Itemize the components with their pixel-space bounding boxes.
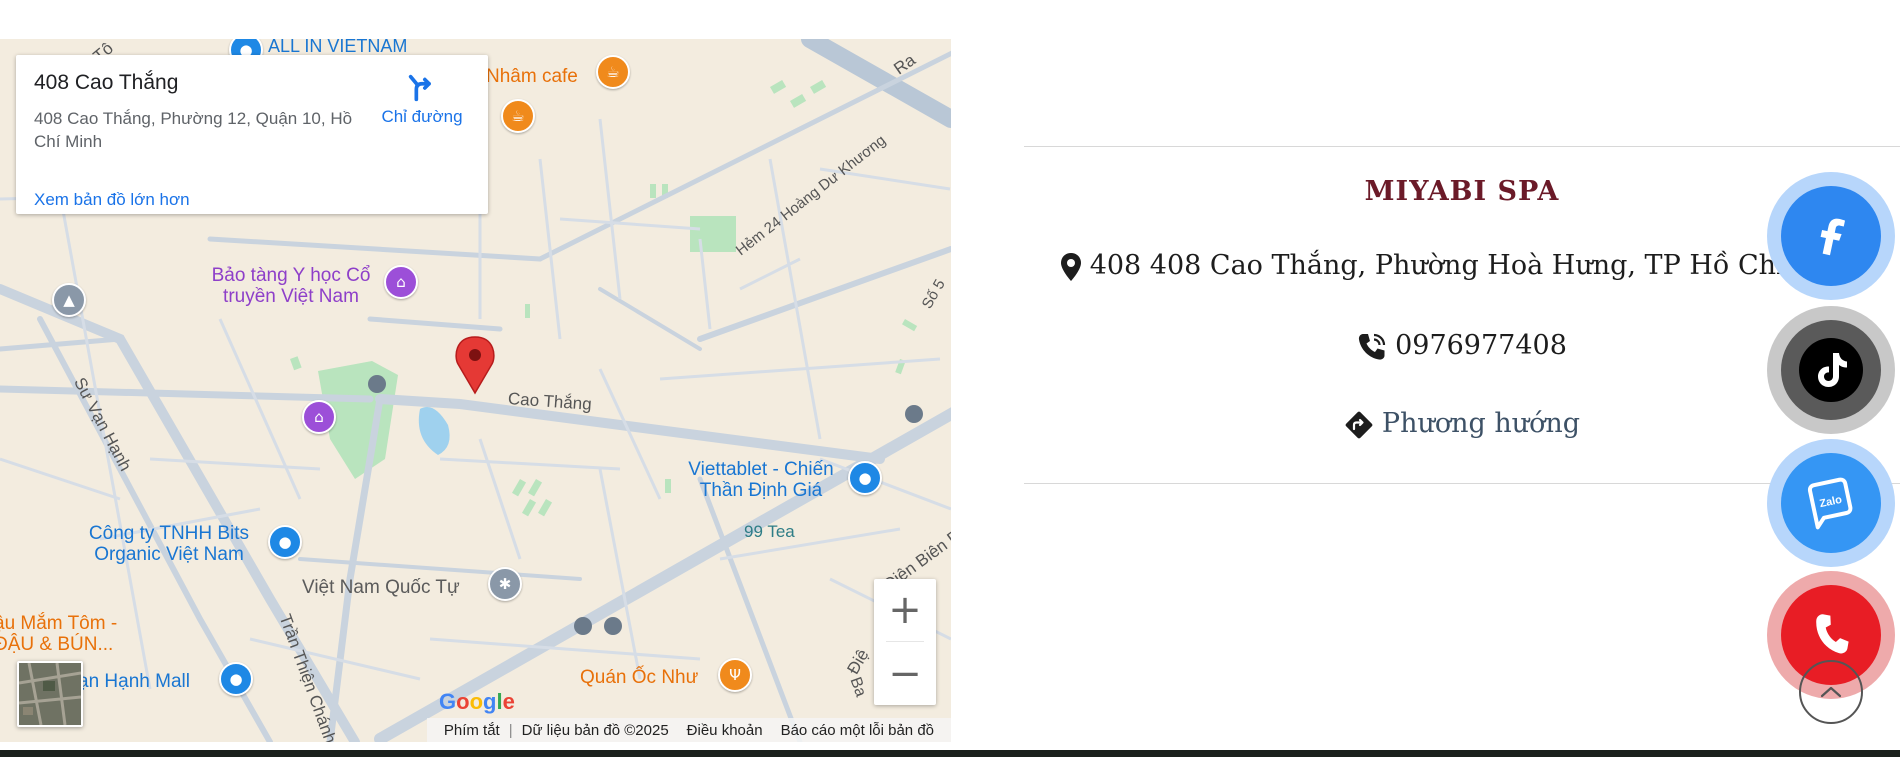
- facebook-float-button[interactable]: [1767, 172, 1895, 300]
- school-pin[interactable]: ▲: [52, 283, 86, 317]
- zalo-button-core: Zalo: [1781, 453, 1881, 553]
- directions-text: Phương hướng: [1381, 408, 1581, 439]
- attribution-separator: |: [508, 721, 513, 739]
- place-address: 408 Cao Thắng, Phường 12, Quận 10, Hồ Ch…: [34, 109, 353, 151]
- map-marker-icon: [1060, 252, 1081, 281]
- zoom-in-button[interactable]: +: [874, 579, 936, 641]
- restaurant-pin[interactable]: Ψ: [718, 658, 752, 692]
- divider-bottom: [1024, 483, 1900, 484]
- divider-top: [1024, 146, 1900, 147]
- address-text: 408 408 Cao Thắng, Phường Hoà Hưng, TP H…: [1089, 250, 1865, 281]
- vnqt-label: Việt Nam Quốc Tự: [302, 577, 460, 598]
- facebook-icon: [1820, 218, 1846, 256]
- cart-pin[interactable]: ●: [268, 525, 302, 559]
- facebook-button-core: [1781, 186, 1881, 286]
- bits-label: Công ty TNHH Bits Organic Việt Nam: [88, 523, 250, 565]
- tiktok-float-button[interactable]: [1767, 306, 1895, 434]
- place-info-card: 408 Cao Thắng 408 Cao Thắng, Phường 12, …: [16, 55, 488, 214]
- mall-label: ạn Hạnh Mall: [78, 671, 190, 692]
- map-attribution-bar: Phím tắt | Dữ liệu bản đồ ©2025 Điều kho…: [426, 718, 951, 742]
- shrine-pin[interactable]: ⌂: [302, 400, 336, 434]
- keyboard-shortcuts-link[interactable]: Phím tắt: [444, 722, 500, 739]
- directions-icon: [408, 74, 431, 102]
- phone-text: 0976977408: [1395, 330, 1567, 361]
- chevron-up-icon: [1820, 686, 1842, 698]
- zoom-divider: [886, 641, 924, 642]
- viettablet-label: Viettablet - Chiến Thần Định Giá: [688, 459, 834, 501]
- museum-pin[interactable]: ⌂: [384, 265, 418, 299]
- museum-label: Bảo tàng Y học Cổ truyền Việt Nam: [211, 265, 371, 307]
- zalo-icon: Zalo: [1807, 477, 1853, 530]
- phone-volume-icon: [1359, 333, 1386, 360]
- google-logo: Google: [439, 689, 515, 714]
- cafe-pin[interactable]: ☕: [596, 55, 630, 89]
- quanoc-label: Quán Ốc Như: [580, 667, 699, 688]
- mall-pin[interactable]: ●: [219, 662, 253, 696]
- report-error-link[interactable]: Báo cáo một lỗi bản đồ: [781, 722, 934, 739]
- directions-label: Chỉ đường: [381, 107, 463, 126]
- place-title: 408 Cao Thắng: [34, 71, 179, 94]
- zoom-controls: + −: [874, 579, 936, 705]
- zoom-out-button[interactable]: −: [874, 643, 936, 705]
- directions-diamond-icon: [1345, 411, 1373, 438]
- phone-icon: [1816, 614, 1849, 654]
- contact-directions[interactable]: Phương hướng: [1024, 408, 1900, 440]
- spa-name: MIYABI SPA: [1364, 176, 1560, 207]
- footer-strip: [0, 750, 1900, 757]
- tiktok-button-core: [1781, 320, 1881, 420]
- tiktok-icon: [1799, 338, 1863, 402]
- cafe-label: Nhâm cafe: [486, 66, 578, 87]
- satellite-toggle-button[interactable]: [17, 661, 83, 727]
- contact-address: 408 408 Cao Thắng, Phường Hoà Hưng, TP H…: [1024, 250, 1900, 282]
- mamtom-label: ậu Mắm Tôm - ĐẬU & BÚN...: [0, 613, 118, 655]
- scroll-to-top-button[interactable]: [1799, 660, 1863, 724]
- temple-pin[interactable]: ✱: [488, 567, 522, 601]
- zalo-float-button[interactable]: Zalo: [1767, 439, 1895, 567]
- satellite-thumbnail: [19, 663, 81, 725]
- zalo-text: Zalo: [1818, 494, 1843, 510]
- tea-label: 99 Tea: [744, 522, 795, 541]
- embedded-map[interactable]: ⌂ ⌂ ▲ ☕ ☕ ● ● ✱ Ψ ● ● Bảo tàng Y học Cổ …: [0, 39, 951, 742]
- directions-button[interactable]: Chỉ đường: [368, 71, 476, 141]
- terms-link[interactable]: Điều khoản: [687, 722, 763, 739]
- view-larger-map-link[interactable]: Xem bản đồ lớn hơn: [34, 190, 190, 210]
- cafe2-pin[interactable]: ☕: [501, 99, 535, 133]
- map-data-text: Dữ liệu bản đồ ©2025: [521, 721, 669, 739]
- shop-pin[interactable]: ●: [848, 461, 882, 495]
